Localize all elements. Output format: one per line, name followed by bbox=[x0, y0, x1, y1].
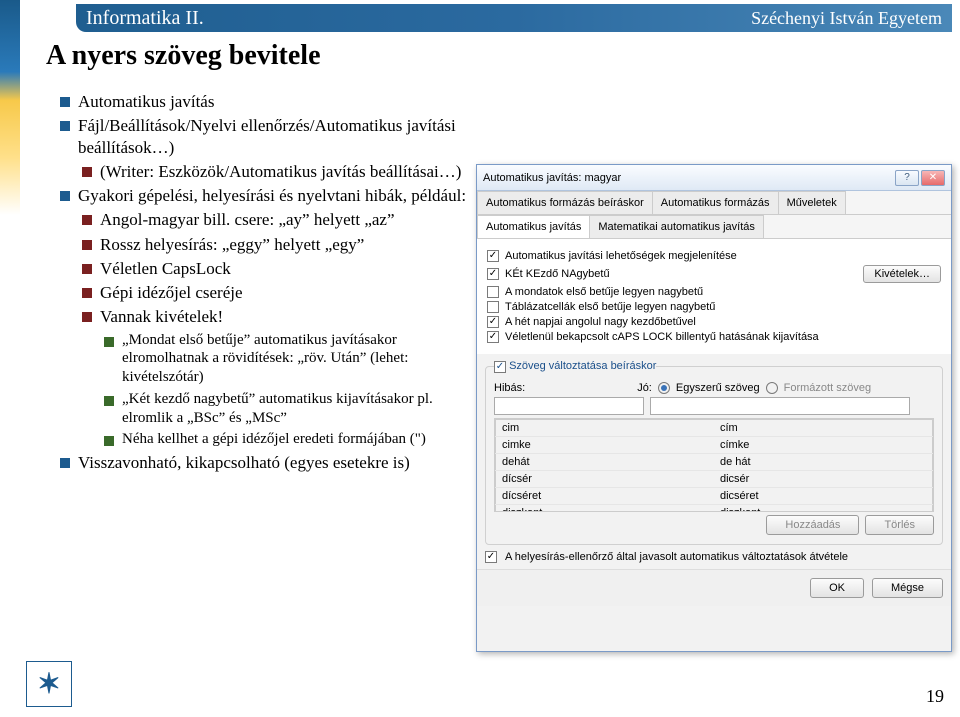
bullet-text: (Writer: Eszközök/Automatikus javítás be… bbox=[100, 161, 461, 182]
side-gradient bbox=[0, 0, 20, 717]
option-label: A hét napjai angolul nagy kezdőbetűvel bbox=[505, 316, 696, 328]
table-row: diszkontdiszkont bbox=[496, 505, 933, 513]
bullet-text: Gépi idézőjel cseréje bbox=[100, 282, 243, 303]
ok-button[interactable]: OK bbox=[810, 578, 864, 598]
close-button[interactable]: ✕ bbox=[921, 170, 945, 186]
option-label: Automatikus javítási lehetőségek megjele… bbox=[505, 250, 737, 262]
bullet-icon bbox=[104, 396, 114, 406]
option-label: A helyesírás-ellenőrző által javasolt au… bbox=[505, 551, 848, 563]
replace-table[interactable]: cimcím cimkecímke dehátde hát dícsérdics… bbox=[494, 418, 934, 512]
bullet-text: Véletlen CapsLock bbox=[100, 258, 231, 279]
tab-auto-format-typing[interactable]: Automatikus formázás beíráskor bbox=[477, 191, 653, 214]
help-button[interactable]: ? bbox=[895, 170, 919, 186]
header-bar: Informatika II. Széchenyi István Egyetem bbox=[76, 4, 952, 32]
dialog-title: Automatikus javítás: magyar bbox=[483, 172, 621, 184]
checkbox[interactable]: ✓ bbox=[487, 250, 499, 262]
checkbox[interactable] bbox=[487, 286, 499, 298]
university-name: Széchenyi István Egyetem bbox=[751, 8, 942, 29]
options-area: ✓ Automatikus javítási lehetőségek megjel… bbox=[477, 239, 951, 354]
bullet-text: Néha kellhet a gépi idézőjel eredeti for… bbox=[122, 430, 426, 449]
table-row: cimkecímke bbox=[496, 437, 933, 454]
bullet-text: Automatikus javítás bbox=[78, 91, 214, 112]
bullet-icon bbox=[82, 240, 92, 250]
bullet-icon bbox=[104, 337, 114, 347]
bullet-text: „Két kezdő nagybetű” automatikus kijavít… bbox=[122, 390, 480, 428]
checkbox[interactable]: ✓ bbox=[485, 551, 497, 563]
replace-fieldset: ✓ Szöveg változtatása beíráskor Hibás: J… bbox=[485, 360, 943, 545]
fieldset-title: Szöveg változtatása beíráskor bbox=[509, 360, 656, 372]
radio-label: Egyszerű szöveg bbox=[676, 382, 760, 394]
bullet-text: Visszavonható, kikapcsolható (egyes eset… bbox=[78, 452, 410, 473]
good-label: Jó: bbox=[637, 382, 652, 394]
good-input[interactable] bbox=[650, 397, 910, 415]
checkbox[interactable]: ✓ bbox=[494, 361, 506, 373]
bullet-text: Angol-magyar bill. csere: „ay” helyett „… bbox=[100, 209, 395, 230]
bullet-icon bbox=[82, 288, 92, 298]
tab-actions[interactable]: Műveletek bbox=[778, 191, 846, 214]
cancel-button[interactable]: Mégse bbox=[872, 578, 943, 598]
bullet-icon bbox=[82, 312, 92, 322]
bullet-text: Gyakori gépelési, helyesírási és nyelvta… bbox=[78, 185, 466, 206]
logo-icon: ✶ bbox=[26, 661, 72, 707]
bullet-content: Automatikus javítás Fájl/Beállítások/Nye… bbox=[60, 88, 480, 476]
autocorrect-dialog: Automatikus javítás: magyar ? ✕ Automati… bbox=[476, 164, 952, 652]
wrong-label: Hibás: bbox=[494, 382, 525, 394]
exceptions-button[interactable]: Kivételek… bbox=[863, 265, 941, 283]
bullet-icon bbox=[60, 191, 70, 201]
bullet-text: Vannak kivételek! bbox=[100, 306, 223, 327]
option-label: A mondatok első betűje legyen nagybetű bbox=[505, 286, 703, 298]
table-row: dícséretdicséret bbox=[496, 488, 933, 505]
bullet-icon bbox=[60, 97, 70, 107]
option-label: KÉt KEzdő NAgybetű bbox=[505, 268, 610, 280]
table-row: cimcím bbox=[496, 420, 933, 437]
tab-math-autocorrect[interactable]: Matematikai automatikus javítás bbox=[589, 215, 764, 238]
checkbox[interactable]: ✓ bbox=[487, 316, 499, 328]
bullet-icon bbox=[104, 436, 114, 446]
tab-auto-format[interactable]: Automatikus formázás bbox=[652, 191, 779, 214]
course-title: Informatika II. bbox=[86, 7, 204, 30]
option-label: Táblázatcellák első betűje legyen nagybe… bbox=[505, 301, 715, 313]
radio-plain-text[interactable] bbox=[658, 382, 670, 394]
checkbox[interactable] bbox=[487, 301, 499, 313]
checkbox[interactable]: ✓ bbox=[487, 331, 499, 343]
option-label: Véletlenül bekapcsolt cAPS LOCK billenty… bbox=[505, 331, 819, 343]
page-number: 19 bbox=[926, 686, 944, 707]
slide-title: A nyers szöveg bevitele bbox=[46, 40, 321, 72]
table-row: dehátde hát bbox=[496, 454, 933, 471]
bullet-icon bbox=[82, 264, 92, 274]
tabs-row-bottom: Automatikus javítás Matematikai automati… bbox=[477, 215, 951, 239]
bullet-text: „Mondat első betűje” automatikus javítás… bbox=[122, 331, 480, 387]
delete-button[interactable]: Törlés bbox=[865, 515, 934, 535]
table-row: dícsérdicsér bbox=[496, 471, 933, 488]
add-button[interactable]: Hozzáadás bbox=[766, 515, 859, 535]
bullet-text: Rossz helyesírás: „eggy” helyett „egy” bbox=[100, 234, 364, 255]
checkbox[interactable]: ✓ bbox=[487, 268, 499, 280]
wrong-input[interactable] bbox=[494, 397, 644, 415]
tabs-row-top: Automatikus formázás beíráskor Automatik… bbox=[477, 191, 951, 215]
bullet-icon bbox=[60, 121, 70, 131]
dialog-footer: OK Mégse bbox=[477, 569, 951, 606]
radio-formatted-text[interactable] bbox=[766, 382, 778, 394]
dialog-titlebar[interactable]: Automatikus javítás: magyar ? ✕ bbox=[477, 165, 951, 191]
bullet-icon bbox=[82, 167, 92, 177]
tab-autocorrect[interactable]: Automatikus javítás bbox=[477, 215, 590, 238]
bullet-text: Fájl/Beállítások/Nyelvi ellenőrzés/Autom… bbox=[78, 115, 480, 158]
bullet-icon bbox=[82, 215, 92, 225]
radio-label: Formázott szöveg bbox=[784, 382, 871, 394]
bullet-icon bbox=[60, 458, 70, 468]
